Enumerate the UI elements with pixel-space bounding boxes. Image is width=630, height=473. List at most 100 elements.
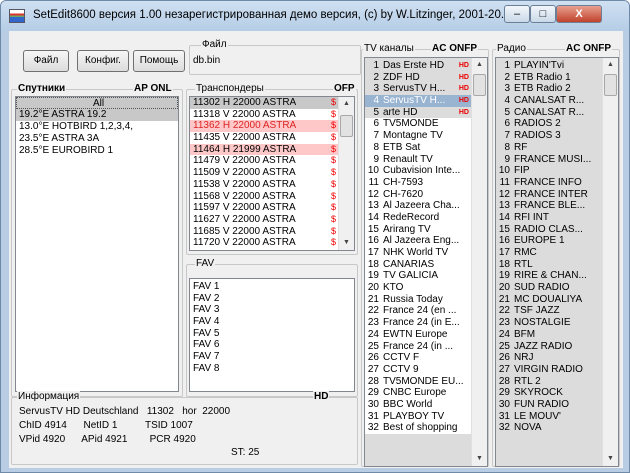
radio-channel-item[interactable]: 26 NRJ [496,352,602,364]
fav-list[interactable]: FAV 1 FAV 2 FAV 3 FAV 4 FAV 5 FAV 6 FAV 7 FAV 8 [189,278,355,392]
transponder-item[interactable]: 11479 V 22000 ASTRA $ [190,155,338,167]
transponder-item[interactable]: 11302 H 22000 ASTRA $ [190,97,338,109]
tv-channel-item[interactable]: 3 ServusTV H... HD [365,83,471,95]
transponder-item[interactable]: 11435 V 22000 ASTRA $ [190,132,338,144]
radio-channel-item[interactable]: 10 FIP [496,165,602,177]
radio-list[interactable]: ▲ ▼ 1 PLAYIN'Tvi 2 ETB Radio 1 3 ETB Radio 24… [495,57,619,467]
tv-channel-item[interactable]: 10 Cubavision Inte... [365,165,471,177]
scroll-down-icon[interactable]: ▼ [603,452,618,466]
radio-channel-item[interactable]: 13 FRANCE BLE... [496,200,602,212]
minimize-button[interactable]: – [504,5,530,23]
tv-channel-item[interactable]: 1 Das Erste HD HD [365,60,471,72]
radio-channel-item[interactable]: 30 FUN RADIO [496,399,602,411]
tv-channel-item[interactable]: 11 CH-7593 [365,176,471,189]
tv-channel-item[interactable]: 26 CCTV F [365,352,471,364]
tv-list[interactable]: ▲ ▼ 1 Das Erste HD HD 2 ZDF HD HD 3 ServusTV H.… [364,57,488,467]
radio-channel-item[interactable]: 11 FRANCE INFO [496,177,602,189]
transponder-item[interactable]: 11597 V 22000 ASTRA $ [190,202,338,214]
tv-channel-item[interactable]: 31 PLAYBOY TV [365,410,471,423]
radio-channel-item[interactable]: 8 RF [496,142,602,154]
tv-channel-item[interactable]: 9 Renault TV [365,153,471,166]
radio-channel-item[interactable]: 25 JAZZ RADIO [496,341,602,353]
tv-channel-item[interactable]: 18 CANARIAS [365,258,471,271]
tv-channel-item[interactable]: 6 TV5MONDE [365,118,471,131]
tv-channel-item[interactable]: 15 Arirang TV [365,223,471,236]
radio-channel-item[interactable]: 27 VIRGIN RADIO [496,364,602,376]
radio-channel-item[interactable]: 28 RTL 2 [496,376,602,388]
radio-channel-item[interactable]: 2 ETB Radio 1 [496,72,602,84]
transponder-item[interactable]: 11362 H 22000 ASTRA $ [190,120,338,133]
satellite-item[interactable]: 13.0°E HOTBIRD 1,2,3,4, [16,121,178,133]
radio-channel-item[interactable]: 3 ETB Radio 2 [496,83,602,95]
satellite-item[interactable]: 19.2°E ASTRA 19.2 [16,109,178,121]
fav-item[interactable]: FAV 8 [190,363,354,375]
tv-channel-item[interactable]: 28 TV5MONDE EU... [365,375,471,388]
radio-channel-item[interactable]: 1 PLAYIN'Tvi [496,60,602,72]
tv-channel-item[interactable]: 16 Al Jazeera Eng... [365,235,471,247]
transponder-item[interactable]: 11464 H 21999 ASTRA $ [190,143,338,156]
scroll-down-icon[interactable]: ▼ [472,452,487,466]
fav-item[interactable]: FAV 1 [190,281,354,293]
fav-item[interactable]: FAV 3 [190,304,354,316]
transponder-item[interactable]: 11627 V 22000 ASTRA $ [190,214,338,226]
radio-scrollbar[interactable]: ▲ ▼ [602,58,618,466]
satellite-item[interactable]: 23.5°E ASTRA 3A [16,133,178,145]
transponders-list[interactable]: ▲ ▼ 11302 H 22000 ASTRA $11318 V 22000 AS… [189,96,355,251]
fav-item[interactable]: FAV 2 [190,293,354,305]
satellites-list[interactable]: All 19.2°E ASTRA 19.2 13.0°E HOTBIRD 1,2,3… [15,96,179,392]
radio-channel-item[interactable]: 21 MC DOUALIYA [496,294,602,306]
radio-channel-item[interactable]: 32 NOVA [496,422,602,434]
tv-channel-item[interactable]: 5 arte HD HD [365,107,471,119]
tv-channel-item[interactable]: 7 Montagne TV [365,130,471,142]
tv-channel-item[interactable]: 30 BBC World [365,398,471,411]
radio-channel-item[interactable]: 14 RFI INT [496,212,602,224]
close-button[interactable]: X [556,5,602,23]
radio-channel-item[interactable]: 7 RADIOS 3 [496,130,602,142]
radio-channel-item[interactable]: 17 RMC [496,247,602,259]
radio-flags[interactable]: AC ONFP [565,43,612,54]
radio-channel-item[interactable]: 12 FRANCE INTER [496,189,602,201]
radio-channel-item[interactable]: 5 CANALSAT R... [496,107,602,119]
tv-channel-item[interactable]: 23 France 24 (in E... [365,317,471,329]
transponder-item[interactable]: 11538 V 22000 ASTRA $ [190,179,338,191]
radio-channel-item[interactable]: 31 LE MOUV' [496,411,602,423]
tv-channel-item[interactable]: 21 Russia Today [365,293,471,306]
transponders-flags[interactable]: OFP [333,83,356,94]
radio-channel-item[interactable]: 6 RADIOS 2 [496,118,602,130]
scroll-thumb[interactable] [340,115,353,137]
tv-channel-item[interactable]: 12 CH-7620 [365,188,471,201]
satellites-flags[interactable]: AP ONL [133,83,173,94]
transponder-item[interactable]: 11720 V 22000 ASTRA $ [190,237,338,249]
config-button[interactable]: Конфиг. [77,50,129,72]
scroll-down-icon[interactable]: ▼ [339,236,354,250]
tv-channel-item[interactable]: 19 TV GALICIA [365,270,471,283]
radio-channel-item[interactable]: 4 CANALSAT R... [496,95,602,107]
scroll-up-icon[interactable]: ▲ [603,58,618,72]
tv-channel-item[interactable]: 27 CCTV 9 [365,363,471,376]
tv-channel-item[interactable]: 2 ZDF HD HD [365,72,471,84]
tv-channel-item[interactable]: 32 Best of shopping [365,422,471,434]
fav-item[interactable]: FAV 7 [190,351,354,363]
radio-channel-item[interactable]: 19 RIRE & CHAN... [496,270,602,282]
tv-channel-item[interactable]: 20 KTO [365,282,471,294]
radio-channel-item[interactable]: 15 RADIO CLAS... [496,224,602,236]
tv-channel-item[interactable]: 29 CNBC Europe [365,387,471,399]
tv-flags[interactable]: AC ONFP [431,43,478,54]
scroll-thumb[interactable] [604,74,617,96]
tv-scrollbar[interactable]: ▲ ▼ [471,58,487,466]
transponder-item[interactable]: 11685 V 22000 ASTRA $ [190,226,338,238]
transponder-item[interactable]: 11318 V 22000 ASTRA $ [190,109,338,121]
tv-channel-item[interactable]: 13 Al Jazeera Cha... [365,200,471,212]
tv-channel-item[interactable]: 25 France 24 (in ... [365,340,471,353]
tv-channel-item[interactable]: 17 NHK World TV [365,247,471,259]
transponders-scrollbar[interactable]: ▲ ▼ [338,97,354,250]
fav-item[interactable]: FAV 5 [190,328,354,340]
satellite-item[interactable]: 28.5°E EUROBIRD 1 [16,145,178,157]
fav-item[interactable]: FAV 4 [190,316,354,328]
radio-channel-item[interactable]: 20 SUD RADIO [496,282,602,294]
radio-channel-item[interactable]: 23 NOSTALGIE [496,317,602,329]
transponder-item[interactable]: 11568 V 22000 ASTRA $ [190,191,338,203]
radio-channel-item[interactable]: 29 SKYROCK [496,387,602,399]
tv-channel-item[interactable]: 14 RedeRecord [365,211,471,224]
scroll-up-icon[interactable]: ▲ [472,58,487,72]
